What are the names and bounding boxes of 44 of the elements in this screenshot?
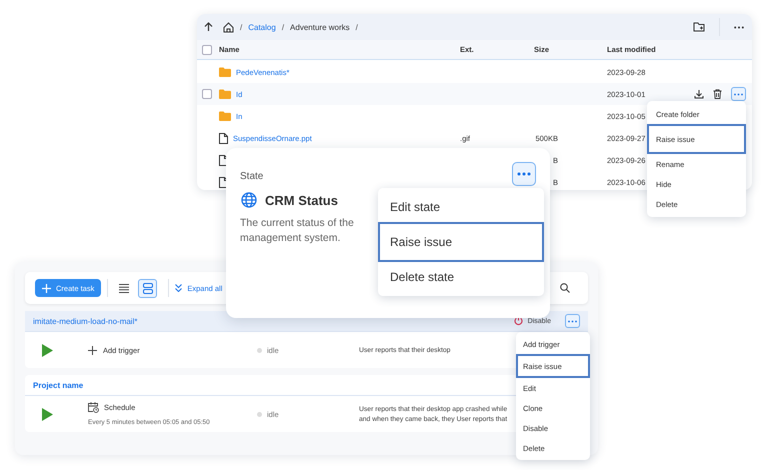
- breadcrumb-current: Adventure works: [290, 22, 350, 32]
- play-icon[interactable]: [42, 408, 53, 420]
- more-icon: [734, 92, 743, 96]
- folder-icon: [219, 89, 231, 99]
- globe-icon: [241, 192, 257, 208]
- menu-item[interactable]: Raise issue: [378, 222, 544, 262]
- more-icon[interactable]: [734, 26, 744, 28]
- group-name-link[interactable]: Project name: [33, 380, 84, 390]
- cards-icon: [142, 282, 153, 294]
- select-all-checkbox[interactable]: [202, 44, 212, 54]
- breadcrumb-link[interactable]: Catalog: [248, 22, 276, 32]
- more-button[interactable]: [512, 162, 536, 186]
- more-icon: [568, 320, 577, 322]
- chevrons-down-icon: [175, 284, 182, 292]
- breadcrumb-separator: /: [282, 22, 284, 32]
- plus-icon: [42, 284, 51, 292]
- state-description: management system.: [240, 231, 340, 246]
- file-icon: [219, 132, 228, 144]
- power-icon: [514, 316, 523, 326]
- new-folder-icon[interactable]: [693, 22, 705, 32]
- status-dot: [257, 348, 262, 352]
- play-icon[interactable]: [42, 344, 53, 356]
- trash-icon[interactable]: [713, 89, 722, 99]
- folder-icon: [219, 67, 231, 77]
- calendar-clock-icon: [88, 402, 99, 413]
- home-icon[interactable]: [223, 22, 234, 32]
- download-icon[interactable]: [694, 89, 704, 99]
- status-dot: [257, 412, 262, 416]
- plus-icon: [88, 346, 97, 354]
- state-title: CRM Status: [265, 192, 338, 208]
- card-view-button[interactable]: [138, 278, 158, 298]
- group-name-link[interactable]: imitate-medium-load-no-mail*: [33, 316, 138, 326]
- state-description: The current status of the: [240, 216, 354, 231]
- breadcrumb-separator: /: [356, 22, 358, 32]
- menu-item[interactable]: Delete state: [378, 262, 544, 292]
- folder-icon: [219, 111, 231, 121]
- row-checkbox[interactable]: [202, 89, 212, 99]
- up-arrow-icon[interactable]: [204, 22, 213, 32]
- search-icon[interactable]: [560, 283, 570, 293]
- menu-item[interactable]: Edit state: [378, 192, 544, 222]
- list-icon: [118, 284, 129, 292]
- card-label: State: [240, 170, 264, 182]
- breadcrumb-separator: /: [240, 22, 242, 32]
- more-icon: [517, 172, 531, 176]
